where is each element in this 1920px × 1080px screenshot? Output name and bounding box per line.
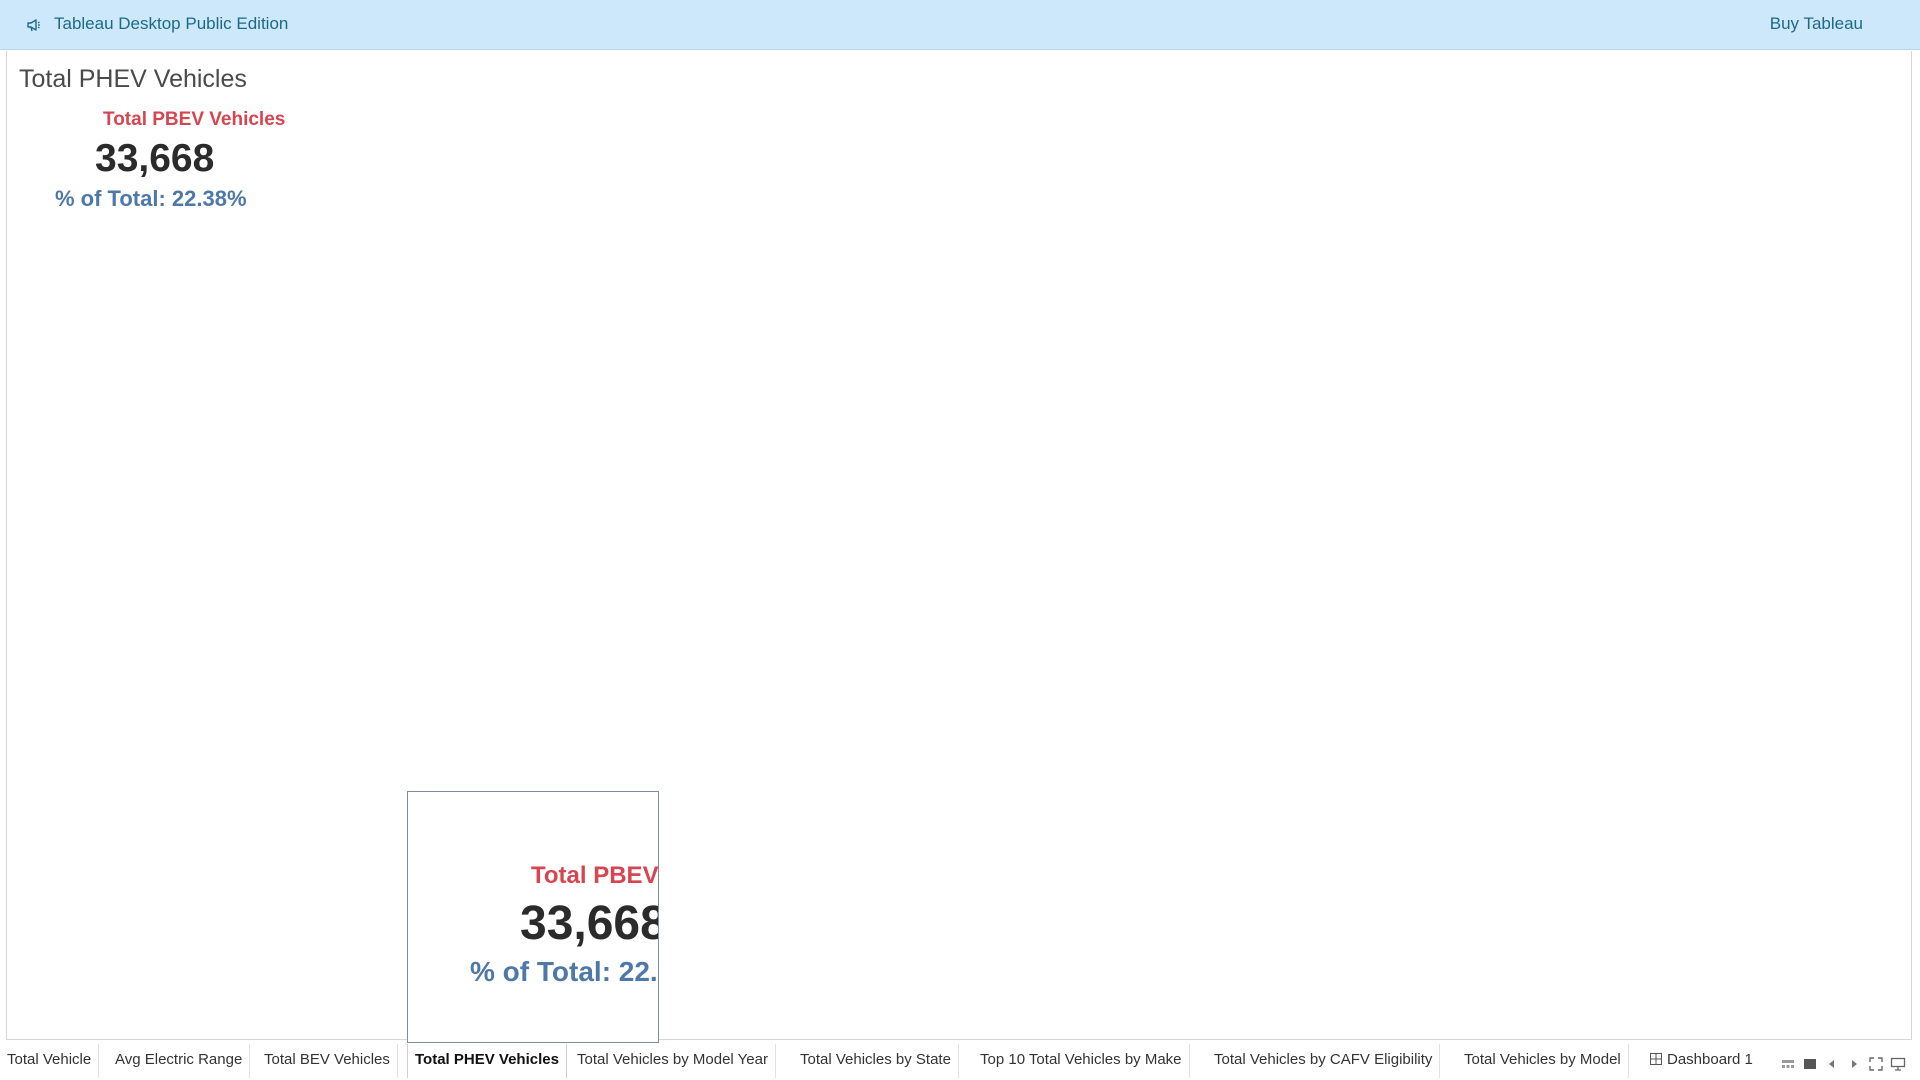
tab-label: Dashboard 1 xyxy=(1667,1051,1753,1068)
tab-total-vehicles-by-cafv-eligibility[interactable]: Total Vehicles by CAFV Eligibility xyxy=(1207,1044,1441,1078)
top-banner: Tableau Desktop Public Edition Buy Table… xyxy=(0,0,1920,50)
tab-label: Total BEV Vehicles xyxy=(264,1051,390,1068)
sheet-thumbnail-preview: Total PBEV Vehicles 33,668 % of Total: 2… xyxy=(407,791,659,1043)
tab-total-bev-vehicles[interactable]: Total BEV Vehicles xyxy=(257,1044,398,1078)
tab-total-vehicle[interactable]: Total Vehicle xyxy=(0,1044,100,1078)
tab-total-phev-vehicles[interactable]: Total PHEV Vehicles xyxy=(407,1044,567,1078)
edition-label: Tableau Desktop Public Edition xyxy=(54,14,289,33)
thumbnail-kpi-percent: % of Total: 22.38% xyxy=(470,956,658,987)
tab-label: Total Vehicles by State xyxy=(800,1051,951,1068)
thumbnail-kpi-value: 33,668 xyxy=(520,897,659,950)
tab-top-10-total-vehicles-by-make[interactable]: Top 10 Total Vehicles by Make xyxy=(973,1044,1190,1078)
full-screen-icon[interactable] xyxy=(1868,1056,1884,1072)
tab-label: Avg Electric Range xyxy=(115,1051,243,1068)
sheet-tab-bar: Total Vehicle Avg Electric Range Total B… xyxy=(0,1042,1920,1080)
tab-total-vehicles-by-model[interactable]: Total Vehicles by Model xyxy=(1457,1044,1629,1078)
worksheet-canvas: Total PHEV Vehicles Total PBEV Vehicles … xyxy=(6,51,1912,1040)
tab-label: Total Vehicles by CAFV Eligibility xyxy=(1214,1051,1433,1068)
previous-sheet-icon[interactable] xyxy=(1824,1056,1840,1072)
tab-total-vehicles-by-model-year[interactable]: Total Vehicles by Model Year xyxy=(570,1044,776,1078)
tab-total-vehicles-by-state[interactable]: Total Vehicles by State xyxy=(793,1044,959,1078)
tab-avg-electric-range[interactable]: Avg Electric Range xyxy=(108,1044,251,1078)
tab-label: Total Vehicle xyxy=(7,1051,92,1068)
kpi-label[interactable]: Total PBEV Vehicles xyxy=(103,109,285,131)
presentation-mode-icon[interactable] xyxy=(1890,1056,1906,1072)
tab-label: Top 10 Total Vehicles by Make xyxy=(980,1051,1182,1068)
tab-label: Total PHEV Vehicles xyxy=(415,1051,559,1068)
tab-dashboard-1[interactable]: Dashboard 1 xyxy=(1643,1044,1760,1078)
sheet-title: Total PHEV Vehicles xyxy=(19,65,247,93)
tab-label: Total Vehicles by Model Year xyxy=(577,1051,768,1068)
tab-label: Total Vehicles by Model xyxy=(1464,1051,1621,1068)
sheet-sorter-icon[interactable] xyxy=(1802,1056,1818,1072)
thumbnail-kpi-label: Total PBEV Vehicles xyxy=(531,862,659,889)
megaphone-icon xyxy=(27,19,40,32)
filmstrip-view-icon[interactable] xyxy=(1780,1056,1796,1072)
dashboard-grid-icon xyxy=(1650,1053,1662,1065)
next-sheet-icon[interactable] xyxy=(1846,1056,1862,1072)
buy-tableau-link[interactable]: Buy Tableau xyxy=(1770,14,1863,34)
sheet-navigation-controls xyxy=(1780,1056,1912,1072)
kpi-percent-of-total[interactable]: % of Total: 22.38% xyxy=(55,186,247,212)
kpi-value[interactable]: 33,668 xyxy=(95,137,214,181)
